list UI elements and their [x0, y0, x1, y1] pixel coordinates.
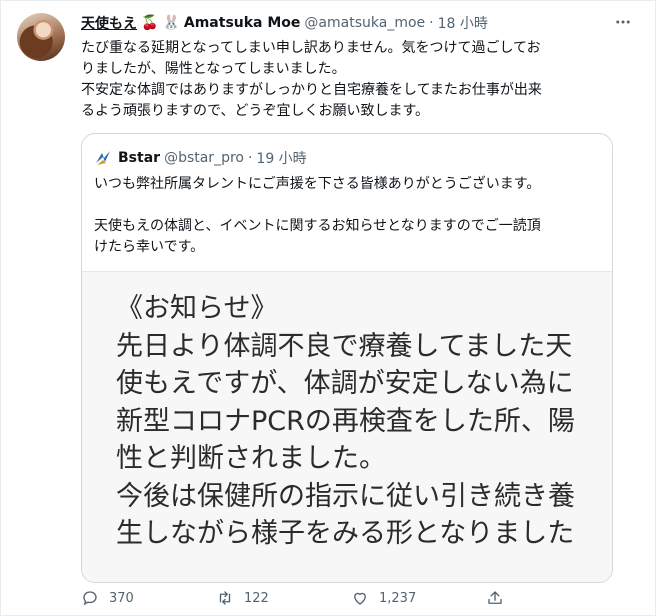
- quoted-tweet[interactable]: Bstar @bstar_pro · 19 小時 いつも弊社所属タレントにご声援…: [81, 133, 613, 583]
- quoted-tweet-text: いつも弊社所属タレントにご声援を下さる皆様ありがとうございます。 天使もえの体調…: [94, 176, 541, 255]
- separator-dot: ·: [429, 15, 434, 31]
- separator-dot: ·: [247, 150, 253, 166]
- display-name-suffix[interactable]: Amatsuka Moe: [184, 15, 301, 31]
- retweet-count: 122: [244, 590, 269, 606]
- avatar[interactable]: [17, 13, 65, 61]
- reply-icon: [83, 591, 97, 606]
- quoted-author-name[interactable]: Bstar: [118, 150, 160, 166]
- retweet-button[interactable]: 122: [216, 589, 351, 607]
- tweet-header: 天使もえ 🍒 🐰 Amatsuka Moe @amatsuka_moe · 18…: [81, 13, 601, 33]
- action-bar: 370 122 1,237: [81, 586, 621, 610]
- ellipsis-icon: [616, 20, 630, 24]
- share-button[interactable]: [486, 589, 516, 607]
- quoted-tweet-header: Bstar @bstar_pro · 19 小時: [94, 148, 307, 168]
- tweet-timestamp[interactable]: 18 小時: [438, 13, 488, 33]
- cherry-emoji-icon: 🍒: [141, 15, 159, 31]
- display-name[interactable]: 天使もえ: [81, 13, 137, 33]
- retweet-icon: [219, 591, 231, 605]
- author-handle[interactable]: @amatsuka_moe: [304, 15, 425, 31]
- notice-image[interactable]: 《お知らせ》 先日より体調不良で療養してました天 使もえですが、体調が安定しない…: [82, 271, 612, 582]
- like-button[interactable]: 1,237: [351, 589, 486, 607]
- like-icon: [354, 592, 366, 605]
- more-icon[interactable]: [611, 13, 635, 31]
- bunny-emoji-icon: 🐰: [162, 15, 180, 31]
- like-count: 1,237: [379, 590, 417, 606]
- reply-count: 370: [109, 590, 134, 606]
- reply-button[interactable]: 370: [81, 589, 216, 607]
- share-icon: [488, 591, 502, 604]
- quoted-author-handle[interactable]: @bstar_pro: [164, 150, 244, 166]
- notice-image-text: 《お知らせ》 先日より体調不良で療養してました天 使もえですが、体調が安定しない…: [116, 293, 575, 549]
- quoted-timestamp[interactable]: 19 小時: [256, 148, 306, 168]
- bstar-logo-icon[interactable]: [94, 149, 112, 167]
- tweet-text: たび重なる延期となってしまい申し訳ありません。気をつけて過ごしてお りましたが、…: [81, 40, 542, 119]
- tweet-card: 天使もえ 🍒 🐰 Amatsuka Moe @amatsuka_moe · 18…: [0, 0, 656, 616]
- author-name[interactable]: 天使もえ 🍒 🐰 Amatsuka Moe: [81, 13, 300, 33]
